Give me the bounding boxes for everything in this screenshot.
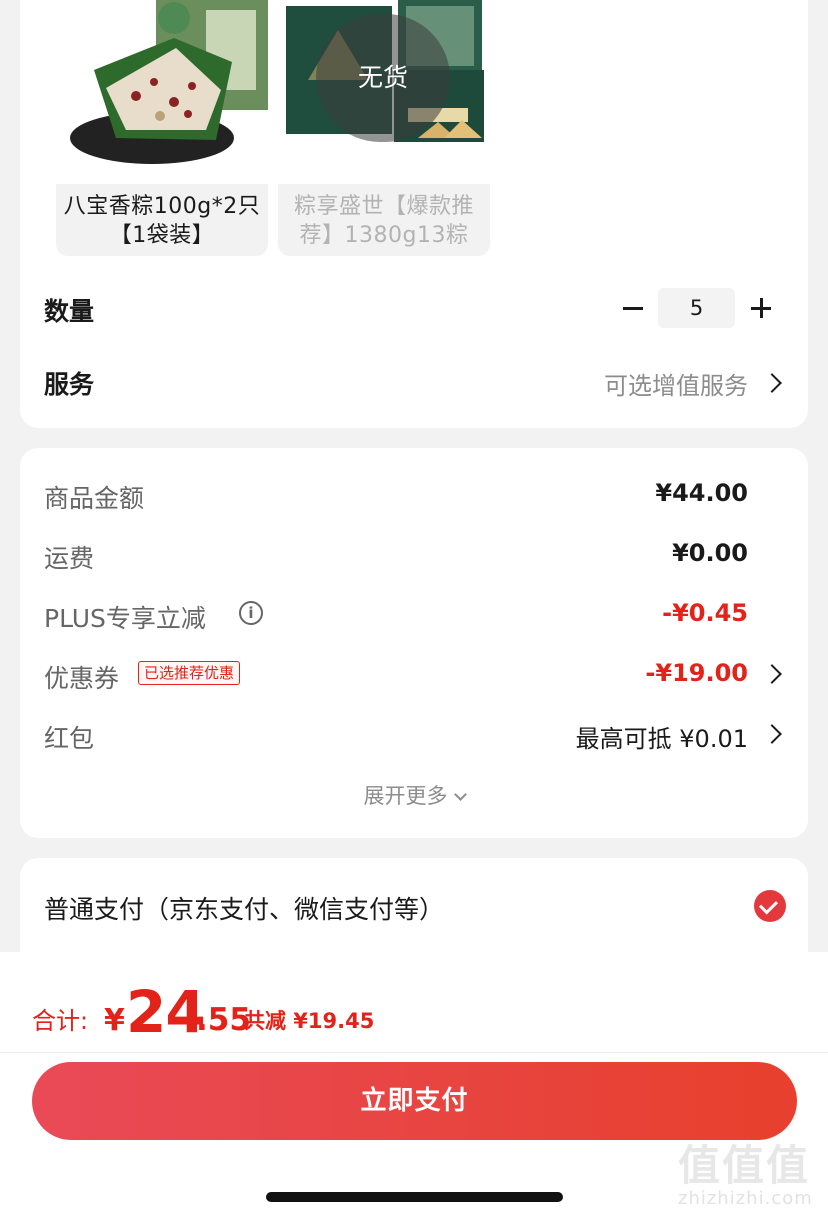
coupon-recommended-badge: 已选推荐优惠 bbox=[138, 661, 241, 685]
watermark-url: zhizhizhi.com bbox=[678, 1188, 813, 1209]
total-label: 合计: bbox=[32, 1007, 89, 1035]
sku-name-line2: 荐】1380g13粽 bbox=[299, 223, 469, 248]
checkmark-icon[interactable] bbox=[754, 890, 786, 922]
sku-name: 八宝香粽100g*2只 【1袋装】 bbox=[56, 192, 268, 250]
coupon-value[interactable]: -¥19.00 bbox=[645, 659, 748, 687]
quantity-increase-button[interactable] bbox=[746, 293, 776, 323]
shipping-value: ¥0.00 bbox=[672, 539, 748, 567]
red-packet-label: 红包 bbox=[44, 724, 95, 753]
sku-option-babao[interactable]: 八宝香粽100g*2只 【1袋装】 bbox=[56, 0, 268, 256]
sku-name: 粽享盛世【爆款推 荐】1380g13粽 bbox=[278, 192, 490, 250]
sku-image bbox=[56, 0, 268, 184]
shipping-label: 运费 bbox=[44, 544, 95, 573]
pay-now-button[interactable]: 立即支付 bbox=[32, 1062, 797, 1140]
sku-name-line1: 八宝香粽100g*2只 bbox=[63, 194, 261, 219]
watermark-text: 值值值 bbox=[678, 1141, 811, 1190]
chevron-right-icon[interactable] bbox=[762, 373, 782, 393]
quantity-label: 数量 bbox=[44, 297, 95, 326]
chevron-down-icon bbox=[453, 788, 467, 801]
coupon-label: 优惠券 bbox=[44, 664, 120, 693]
quantity-decrease-button[interactable] bbox=[618, 293, 648, 323]
expand-more-button[interactable]: 展开更多 bbox=[20, 780, 808, 810]
sold-out-badge: 无货 bbox=[316, 14, 450, 142]
chevron-right-icon[interactable] bbox=[762, 664, 782, 684]
info-icon[interactable]: i bbox=[239, 601, 263, 625]
total-savings: 共减 ¥19.45 bbox=[244, 1009, 375, 1033]
product-card: 八宝香粽100g*2只 【1袋装】 无货 粽享盛世【爆款推 荐】1380g13粽… bbox=[20, 0, 808, 428]
sku-name-line2: 【1袋装】 bbox=[109, 223, 215, 248]
plus-discount-label: PLUS专享立减 bbox=[44, 604, 206, 633]
goods-amount-value: ¥44.00 bbox=[655, 479, 748, 507]
goods-amount-label: 商品金额 bbox=[44, 484, 145, 513]
service-label: 服务 bbox=[44, 370, 95, 399]
chevron-right-icon[interactable] bbox=[762, 724, 782, 744]
watermark-logo: 值值值 zhizhizhi.com bbox=[678, 1132, 828, 1218]
plus-discount-value: -¥0.45 bbox=[662, 599, 748, 627]
total-currency: ¥ bbox=[104, 1003, 125, 1038]
divider bbox=[0, 1052, 828, 1053]
sku-name-line1: 粽享盛世【爆款推 bbox=[293, 194, 474, 219]
service-value[interactable]: 可选增值服务 bbox=[604, 366, 748, 401]
sku-option-zongxiang[interactable]: 无货 粽享盛世【爆款推 荐】1380g13粽 bbox=[278, 0, 490, 256]
total-integer: 24 bbox=[126, 978, 206, 1046]
price-summary-card: 商品金额 ¥44.00 运费 ¥0.00 PLUS专享立减 i -¥0.45 优… bbox=[20, 448, 808, 838]
red-packet-value[interactable]: 最高可抵 ¥0.01 bbox=[576, 719, 748, 754]
home-indicator[interactable] bbox=[266, 1192, 563, 1202]
payment-method-label[interactable]: 普通支付（京东支付、微信支付等） bbox=[44, 890, 444, 926]
expand-more-label: 展开更多 bbox=[363, 784, 448, 808]
total-decimal: .55 bbox=[196, 1002, 251, 1038]
quantity-input[interactable]: 5 bbox=[658, 288, 735, 328]
